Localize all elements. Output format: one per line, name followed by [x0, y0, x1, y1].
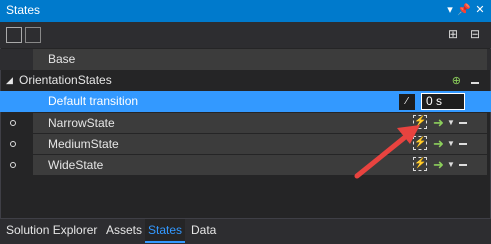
state-row[interactable]: WideState ⚡ ➜ ▼ — [0, 155, 491, 176]
tab-assets[interactable]: Assets — [106, 223, 142, 237]
tab-states[interactable]: States — [145, 219, 186, 243]
remove-state-icon[interactable] — [459, 122, 467, 124]
chevron-down-icon[interactable]: ▼ — [447, 136, 455, 152]
chevron-down-icon[interactable]: ▼ — [447, 115, 455, 131]
remove-state-icon[interactable] — [459, 143, 467, 145]
state-group-row[interactable]: ◢ OrientationStates ⊕ — [0, 70, 491, 91]
pin-icon[interactable]: 📌 — [456, 2, 472, 18]
state-label: NarrowState — [48, 116, 115, 130]
close-icon[interactable]: ✕ — [472, 2, 488, 18]
chevron-down-icon[interactable]: ▼ — [447, 157, 455, 173]
state-actions: ⚡ ➜ ▼ — [413, 136, 483, 152]
tab-states-label: States — [148, 223, 183, 237]
state-actions: ⚡ ➜ ▼ — [413, 115, 483, 131]
add-group-icon[interactable]: ⊟ — [470, 27, 486, 43]
add-state-group-icon[interactable] — [6, 27, 22, 43]
remove-group-icon[interactable] — [471, 82, 479, 84]
toolbar: ⊞ ⊟ — [0, 22, 491, 48]
state-group-label: OrientationStates — [19, 73, 112, 87]
base-state-row[interactable]: Base — [0, 49, 491, 70]
state-indicator-icon[interactable] — [10, 141, 16, 147]
state-indicator-icon[interactable] — [10, 162, 16, 168]
collapse-icon[interactable]: ◢ — [6, 75, 13, 86]
remove-state-icon[interactable] — [459, 164, 467, 166]
title-bar: States ▾ 📌 ✕ — [0, 0, 491, 22]
add-transition-icon[interactable]: ➜ — [433, 157, 444, 173]
transition-duration-input[interactable]: 0 s — [421, 93, 465, 110]
add-state-to-group-icon[interactable]: ⊕ — [452, 73, 461, 89]
base-state-label: Base — [48, 52, 76, 66]
state-indicator-icon[interactable] — [10, 120, 16, 126]
base-state-box — [33, 49, 487, 70]
bottom-tab-bar: Solution Explorer Assets States Data — [0, 218, 491, 244]
state-actions: ⚡ ➜ ▼ — [413, 157, 483, 173]
state-row[interactable]: MediumState ⚡ ➜ ▼ — [0, 134, 491, 155]
tab-solution-explorer[interactable]: Solution Explorer — [6, 223, 97, 237]
panel-title: States — [6, 3, 41, 17]
recording-icon[interactable] — [25, 27, 41, 43]
state-row[interactable]: NarrowState ⚡ ➜ ▼ — [0, 113, 491, 134]
transition-preview-icon[interactable]: ⚡ — [413, 115, 427, 129]
add-transition-icon[interactable]: ➜ — [433, 136, 444, 152]
transition-preview-icon[interactable]: ⚡ — [413, 136, 427, 150]
default-transition-row[interactable]: Default transition ⁄ 0 s — [0, 91, 491, 112]
state-label: MediumState — [48, 137, 119, 151]
tab-data[interactable]: Data — [191, 223, 216, 237]
state-label: WideState — [48, 158, 104, 172]
add-state-icon[interactable]: ⊞ — [448, 27, 464, 43]
transition-preview-icon[interactable]: ⚡ — [413, 157, 427, 171]
easing-function-icon[interactable]: ⁄ — [399, 94, 415, 110]
default-transition-label: Default transition — [48, 94, 139, 108]
add-transition-icon[interactable]: ➜ — [433, 115, 444, 131]
